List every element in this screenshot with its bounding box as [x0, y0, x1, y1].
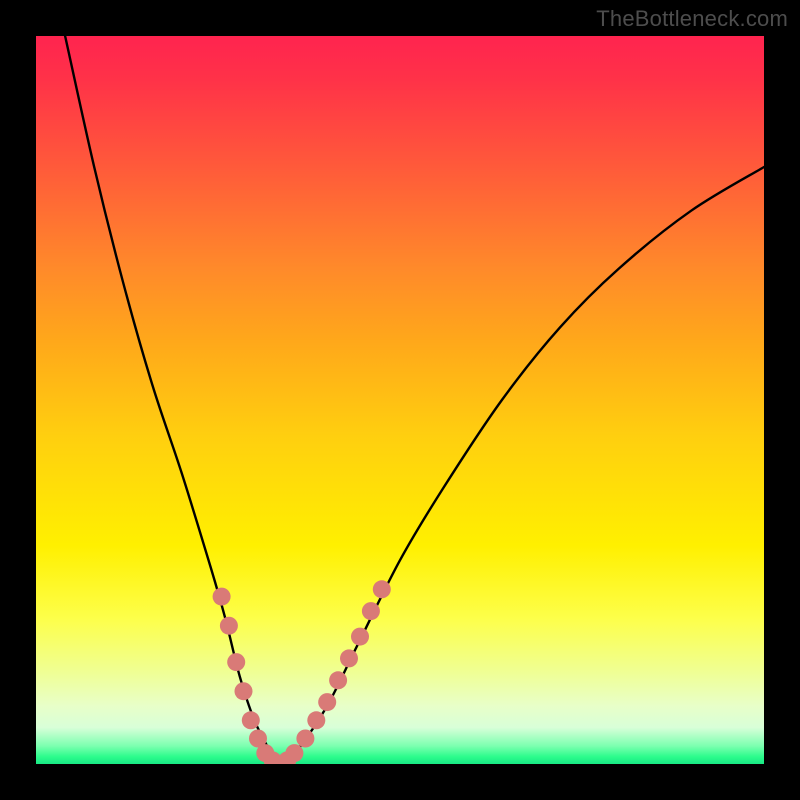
curve-marker	[307, 711, 325, 729]
curve-marker	[340, 649, 358, 667]
curve-marker	[329, 671, 347, 689]
bottleneck-curve	[65, 36, 764, 764]
curve-marker	[362, 602, 380, 620]
chart-svg	[36, 36, 764, 764]
curve-marker	[220, 617, 238, 635]
curve-marker	[351, 628, 369, 646]
curve-marker	[227, 653, 245, 671]
watermark-text: TheBottleneck.com	[596, 6, 788, 32]
curve-marker	[373, 580, 391, 598]
curve-marker	[296, 730, 314, 748]
curve-marker	[235, 682, 253, 700]
curve-marker	[213, 588, 231, 606]
curve-marker	[318, 693, 336, 711]
chart-frame: TheBottleneck.com	[0, 0, 800, 800]
curve-marker	[285, 744, 303, 762]
curve-marker	[242, 711, 260, 729]
chart-plot-area	[36, 36, 764, 764]
